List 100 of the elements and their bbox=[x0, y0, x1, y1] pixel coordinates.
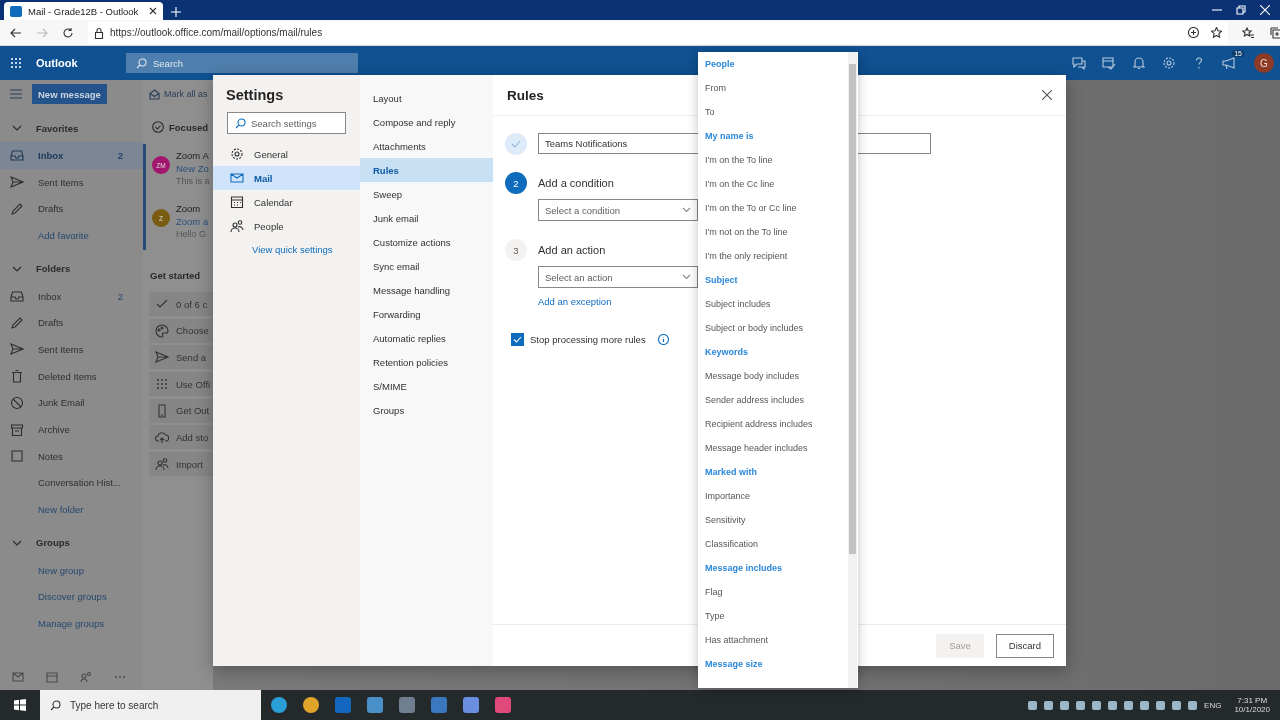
address-bar[interactable]: https://outlook.office.com/mail/options/mail/rules bbox=[88, 21, 1228, 44]
folder-item[interactable]: Conversation Hist... bbox=[0, 469, 143, 497]
dropdown-field[interactable]: Select a condition bbox=[538, 199, 698, 221]
menu-option[interactable]: To bbox=[698, 100, 848, 124]
windows-logo-icon[interactable] bbox=[14, 699, 26, 711]
menu-option[interactable]: I'm the only recipient bbox=[698, 244, 848, 268]
bell-icon[interactable] bbox=[1132, 56, 1146, 70]
get-started-item[interactable]: Import bbox=[149, 452, 213, 477]
get-started-item[interactable]: Send a bbox=[149, 345, 213, 370]
folder-item[interactable]: Junk Email bbox=[0, 389, 143, 417]
folder-item[interactable]: Drafts bbox=[0, 309, 143, 337]
user-avatar[interactable]: G bbox=[1254, 53, 1274, 73]
settings-category[interactable]: People bbox=[213, 214, 360, 238]
settings-subcategory[interactable]: Compose and reply bbox=[360, 110, 493, 134]
calendar-check-icon[interactable] bbox=[1102, 56, 1116, 70]
info-icon[interactable] bbox=[657, 334, 669, 345]
collections-icon[interactable] bbox=[1270, 26, 1280, 39]
scrollbar[interactable] bbox=[848, 52, 857, 688]
discard-button[interactable]: Discard bbox=[995, 633, 1054, 658]
taskbar-search-field[interactable]: Type here to search bbox=[40, 690, 261, 720]
menu-option[interactable]: Flag bbox=[698, 580, 848, 604]
menu-option[interactable]: Recipient address includes bbox=[698, 412, 848, 436]
megaphone-icon[interactable] bbox=[1222, 56, 1238, 70]
menu-option[interactable]: I'm on the Cc line bbox=[698, 172, 848, 196]
new-message-button[interactable]: New message bbox=[32, 84, 107, 104]
settings-category[interactable]: General bbox=[213, 142, 360, 166]
people-icon[interactable] bbox=[80, 671, 92, 683]
check-circle-icon[interactable] bbox=[152, 121, 164, 133]
app-launcher-icon[interactable] bbox=[10, 57, 22, 69]
menu-option[interactable]: Has attachment bbox=[698, 628, 848, 652]
refresh-icon[interactable] bbox=[62, 26, 74, 39]
chat-icon[interactable] bbox=[1072, 56, 1086, 70]
menu-option[interactable]: Message header includes bbox=[698, 436, 848, 460]
settings-subcategory[interactable]: Automatic replies bbox=[360, 326, 493, 350]
settings-subcategory[interactable]: Message handling bbox=[360, 278, 493, 302]
checkbox-label[interactable]: Stop processing more rules bbox=[530, 334, 646, 345]
dropdown-field[interactable]: Select an action bbox=[538, 266, 698, 288]
get-started-item[interactable]: Add sto bbox=[149, 425, 213, 450]
mail-icon[interactable] bbox=[12, 671, 24, 683]
app-name[interactable]: Outlook bbox=[36, 57, 126, 69]
section-heading[interactable]: Favorites bbox=[36, 122, 79, 134]
settings-subcategory[interactable]: Junk email bbox=[360, 206, 493, 230]
get-started-item[interactable]: Use Offi bbox=[149, 372, 213, 397]
close-button[interactable] bbox=[1042, 90, 1052, 100]
browser-tab[interactable]: Mail - Grade12B - Outlook bbox=[4, 2, 163, 20]
settings-search-field[interactable]: Search settings bbox=[227, 112, 346, 134]
add-exception-link[interactable]: Add an exception bbox=[538, 296, 612, 307]
settings-subcategory[interactable]: Forwarding bbox=[360, 302, 493, 326]
section-heading[interactable]: Groups bbox=[36, 537, 70, 549]
close-icon[interactable] bbox=[149, 7, 157, 15]
folder-item[interactable]: Sent Items bbox=[0, 336, 143, 363]
taskbar-app-icon[interactable] bbox=[271, 697, 287, 713]
folder-item[interactable]: Inbox 2 bbox=[0, 282, 143, 310]
menu-option[interactable]: I'm on the To line bbox=[698, 148, 848, 172]
menu-option[interactable]: Importance bbox=[698, 484, 848, 508]
get-started-item[interactable]: Get Out bbox=[149, 398, 213, 423]
settings-subcategory[interactable]: S/MIME bbox=[360, 374, 493, 398]
favorites-icon[interactable] bbox=[1242, 26, 1254, 39]
folder-item[interactable]: Notes bbox=[0, 442, 143, 470]
restore-icon[interactable] bbox=[1236, 5, 1246, 15]
menu-option[interactable]: Classification bbox=[698, 532, 848, 556]
folder-item[interactable]: Drafts bbox=[0, 195, 143, 223]
menu-option[interactable]: Message body includes bbox=[698, 364, 848, 388]
menu-option[interactable]: I'm not on the To line bbox=[698, 220, 848, 244]
plus-icon[interactable] bbox=[171, 7, 181, 17]
settings-subcategory[interactable]: Retention policies bbox=[360, 350, 493, 374]
menu-option[interactable]: I'm on the To or Cc line bbox=[698, 196, 848, 220]
settings-icon[interactable] bbox=[1162, 56, 1176, 70]
settings-subcategory[interactable]: Rules bbox=[360, 158, 493, 182]
taskbar-app-icon[interactable] bbox=[303, 697, 319, 713]
chevron-icon[interactable] bbox=[12, 123, 22, 133]
menu-option[interactable]: Subject includes bbox=[698, 292, 848, 316]
search-field[interactable]: Search bbox=[126, 53, 358, 73]
checkbox[interactable] bbox=[511, 333, 524, 346]
clock-date[interactable]: 10/1/2020 bbox=[1234, 705, 1270, 714]
get-started-item[interactable]: 0 of 6 c bbox=[149, 292, 213, 316]
focused-tab[interactable]: Focused bbox=[169, 121, 209, 133]
folder-item[interactable]: Deleted Items bbox=[0, 362, 143, 390]
back-arrow-icon[interactable] bbox=[10, 26, 22, 39]
menu-option[interactable]: Subject or body includes bbox=[698, 316, 848, 340]
settings-subcategory[interactable]: Customize actions bbox=[360, 230, 493, 254]
settings-subcategory[interactable]: Sync email bbox=[360, 254, 493, 278]
get-started-item[interactable]: Choose bbox=[149, 318, 213, 343]
menu-option[interactable]: Type bbox=[698, 604, 848, 628]
settings-category[interactable]: Calendar bbox=[213, 190, 360, 214]
menu-option[interactable]: Sensitivity bbox=[698, 508, 848, 532]
settings-subcategory[interactable]: Layout bbox=[360, 86, 493, 110]
settings-category[interactable]: Mail bbox=[213, 166, 360, 190]
quick-settings-link[interactable]: View quick settings bbox=[213, 244, 360, 255]
add-circle-icon[interactable] bbox=[1188, 27, 1199, 38]
settings-subcategory[interactable]: Attachments bbox=[360, 134, 493, 158]
menu-option[interactable]: From bbox=[698, 76, 848, 100]
settings-subcategory[interactable]: Sweep bbox=[360, 182, 493, 206]
section-heading[interactable]: Folders bbox=[36, 263, 71, 275]
menu-option[interactable]: Sender address includes bbox=[698, 388, 848, 412]
clock-time[interactable]: 7:31 PM bbox=[1237, 696, 1268, 705]
folder-item[interactable]: Archive bbox=[0, 416, 143, 443]
settings-subcategory[interactable]: Groups bbox=[360, 398, 493, 422]
folder-item[interactable]: Sent Items bbox=[0, 168, 143, 196]
star-icon[interactable] bbox=[1211, 27, 1222, 38]
